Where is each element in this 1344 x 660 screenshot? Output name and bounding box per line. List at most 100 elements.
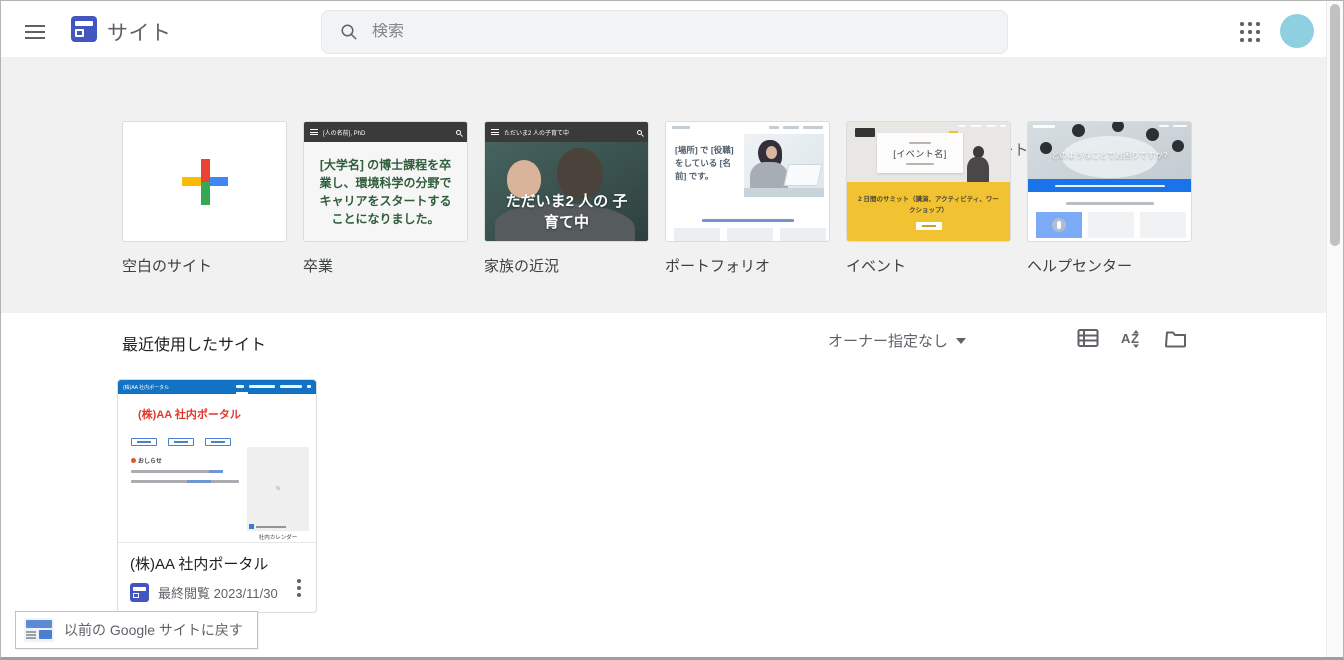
link-text-bar xyxy=(702,219,794,222)
google-sites-home-page: サイト 新しいサイトを作成 テンプレート ギャラリー xyxy=(0,0,1344,660)
template-label: ヘルプセンター xyxy=(1027,255,1192,276)
search-icon xyxy=(340,23,358,41)
thumb-nav xyxy=(958,125,1006,127)
revert-button-label: 以前の Google サイトに戻す xyxy=(64,620,243,640)
subtitle-bar xyxy=(1066,202,1154,205)
scrollbar-thumb[interactable] xyxy=(1330,4,1340,246)
thumb-nav xyxy=(672,126,823,131)
sites-file-icon xyxy=(130,583,149,602)
site-name-bar xyxy=(672,126,690,129)
graduation-thumbnail: [人の名前], PhD [大学名] の博士課程を卒業し、環境科学の分野でキャリア… xyxy=(303,121,468,242)
owner-filter-dropdown[interactable]: オーナー指定なし xyxy=(828,330,966,351)
recent-site-title: (株)AA 社内ポータル xyxy=(130,553,304,574)
thumb-buttons xyxy=(131,438,231,446)
person-figure xyxy=(1112,122,1124,132)
placeholder-boxes xyxy=(674,228,826,242)
helpcenter-thumbnail: どのようなことでお困りですか? xyxy=(1027,121,1192,242)
template-label: 空白のサイト xyxy=(122,255,287,276)
thumb-site-title: (株)AA 社内ポータル xyxy=(138,406,241,422)
recent-site-meta: 最終閲覧 2023/11/30 xyxy=(130,583,304,602)
hamburger-menu-icon[interactable] xyxy=(25,25,45,39)
search-bar[interactable] xyxy=(321,10,1008,54)
template-card-blank[interactable]: 空白のサイト xyxy=(122,121,287,276)
helpcenter-tiles xyxy=(1036,212,1186,238)
graduation-text: [大学名] の博士課程を卒業し、環境科学の分野でキャリアをスタートすることになり… xyxy=(314,156,457,228)
plus-icon xyxy=(201,159,210,205)
person-figure xyxy=(1072,124,1085,137)
new-site-section: 新しいサイトを作成 テンプレート ギャラリー 空白のサイト xyxy=(1,57,1344,313)
search-icon xyxy=(456,130,461,135)
avatar[interactable] xyxy=(1280,14,1314,48)
owner-filter-label: オーナー指定なし xyxy=(828,330,948,351)
site-name-bar xyxy=(1033,125,1055,128)
thumb-calendar-embed: % xyxy=(247,447,309,531)
thumb-header: (株)AA 社内ポータル xyxy=(118,380,316,394)
nav-item-bar xyxy=(986,125,996,127)
event-thumbnail: [イベント名] 2 日間のサミット（講演、アクティビティ、ワークショップ） xyxy=(846,121,1011,242)
thumb-site-name: (株)AA 社内ポータル xyxy=(123,384,169,391)
caret-down-icon xyxy=(956,338,966,344)
subtitle-bar xyxy=(906,163,934,165)
event-summary-text: 2 日間のサミット（講演、アクティビティ、ワークショップ） xyxy=(858,194,1000,216)
svg-text:A: A xyxy=(1121,331,1131,346)
nav-item-bar xyxy=(958,125,966,127)
revert-classic-sites-button[interactable]: 以前の Google サイトに戻す xyxy=(15,611,258,649)
template-label: 卒業 xyxy=(303,255,468,276)
thumb-nav xyxy=(236,385,311,388)
template-card-family[interactable]: ただいま2 人の子育て中 ただいま2 人の 子育て中 家族の近況 xyxy=(484,121,649,276)
search-icon xyxy=(637,130,642,135)
subtitle-bar xyxy=(909,142,931,144)
person-figure xyxy=(1146,128,1159,141)
tile-grey xyxy=(1140,212,1186,238)
nav-item-bar xyxy=(1000,125,1006,127)
template-card-event[interactable]: [イベント名] 2 日間のサミット（講演、アクティビティ、ワークショップ） イベ… xyxy=(846,121,1011,276)
list-view-icon[interactable] xyxy=(1076,326,1100,350)
text-line-bar xyxy=(131,470,223,473)
recent-sites-title: 最近使用したサイト xyxy=(122,331,266,355)
thumb-calendar-caption: 社内カレンダー xyxy=(247,533,309,541)
active-tab-underline xyxy=(236,392,248,394)
event-button xyxy=(916,222,942,230)
portfolio-heading: [場所] で [役職] をしている [名前] です。 xyxy=(675,144,741,182)
family-overlay-text: ただいま2 人の 子育て中 xyxy=(501,191,633,233)
scrollbar-track[interactable] xyxy=(1326,1,1343,658)
text-line-bar xyxy=(131,480,239,483)
nav-item-bar xyxy=(769,126,779,129)
blank-site-thumbnail xyxy=(122,121,287,242)
person-figure xyxy=(967,157,989,182)
calendar-account-bar xyxy=(256,526,286,528)
recent-site-menu-icon[interactable] xyxy=(290,578,308,598)
thumb-header-text: ただいま2 人の子育て中 xyxy=(504,128,637,137)
event-photo: [イベント名] xyxy=(847,122,1010,182)
thumb-nav xyxy=(1159,125,1187,127)
recent-card-footer: (株)AA 社内ポータル 最終閲覧 2023/11/30 xyxy=(118,542,316,612)
view-controls: A Z xyxy=(1076,326,1188,350)
tile-blue xyxy=(1036,212,1082,238)
template-card-helpcenter[interactable]: どのようなことでお困りですか? ヘルプセンター xyxy=(1027,121,1192,276)
template-card-graduation[interactable]: [人の名前], PhD [大学名] の博士課程を卒業し、環境科学の分野でキャリア… xyxy=(303,121,468,276)
apps-grid-icon[interactable] xyxy=(1240,22,1262,44)
tile-grey xyxy=(1088,212,1134,238)
thumb-header-text: [人の名前], PhD xyxy=(323,128,456,137)
template-card-portfolio[interactable]: [場所] で [役職] をしている [名前] です。 ポートフォリオ xyxy=(665,121,830,276)
helpcenter-banner xyxy=(1028,179,1191,192)
calendar-icon xyxy=(249,524,254,529)
screen-shape xyxy=(855,128,875,137)
search-input[interactable] xyxy=(372,23,972,41)
desk-shape xyxy=(744,188,824,197)
figure-face xyxy=(766,146,777,159)
family-thumbnail: ただいま2 人の子育て中 ただいま2 人の 子育て中 xyxy=(484,121,649,242)
folder-icon[interactable] xyxy=(1164,326,1188,350)
whiteboard: [イベント名] xyxy=(877,133,963,173)
hamburger-menu-icon xyxy=(310,129,318,135)
sort-alpha-icon[interactable]: A Z xyxy=(1120,326,1144,350)
template-label: イベント xyxy=(846,255,1011,276)
event-name-text: [イベント名] xyxy=(893,147,947,160)
tile-captions xyxy=(1036,241,1186,242)
portfolio-thumbnail: [場所] で [役職] をしている [名前] です。 xyxy=(665,121,830,242)
recent-site-card[interactable]: (株)AA 社内ポータル (株)AA 社内ポータル おしらせ % 社内カレンダー xyxy=(117,379,317,613)
thumb-header: [人の名前], PhD xyxy=(304,122,467,142)
sites-logo-icon[interactable] xyxy=(71,16,97,42)
helpcenter-photo: どのようなことでお困りですか? xyxy=(1028,122,1191,179)
nav-item-bar xyxy=(280,385,302,388)
